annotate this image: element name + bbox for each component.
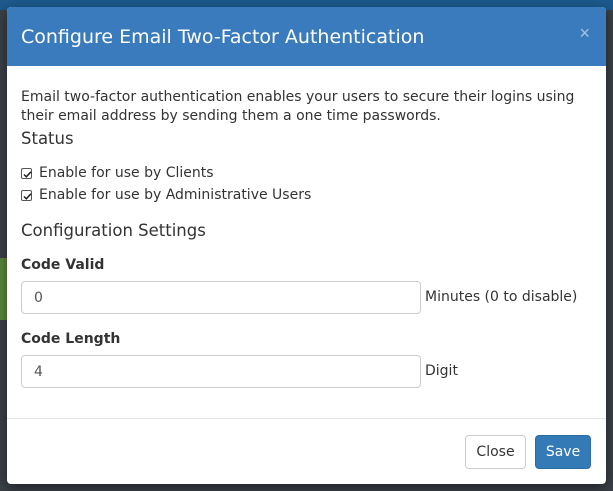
modal-title: Configure Email Two-Factor Authenticatio… — [21, 26, 425, 48]
code-length-input[interactable] — [21, 355, 421, 388]
save-button[interactable]: Save — [535, 435, 591, 469]
two-factor-config-modal: Configure Email Two-Factor Authenticatio… — [7, 7, 606, 484]
enable-admins-option[interactable]: Enable for use by Administrative Users — [21, 187, 311, 203]
code-valid-suffix: Minutes (0 to disable) — [425, 289, 578, 305]
modal-body: Email two-factor authentication enables … — [7, 66, 606, 418]
description-text: Email two-factor authentication enables … — [21, 89, 575, 124]
enable-clients-label: Enable for use by Clients — [39, 165, 214, 181]
enable-clients-option[interactable]: Enable for use by Clients — [21, 165, 214, 181]
code-length-suffix: Digit — [425, 363, 458, 379]
code-length-label: Code Length — [21, 331, 121, 347]
status-heading: Status — [21, 129, 74, 148]
background-green-block — [0, 258, 7, 320]
modal-footer: Close Save — [7, 418, 606, 484]
enable-admins-label: Enable for use by Administrative Users — [39, 187, 312, 203]
close-button[interactable]: Close — [465, 435, 526, 469]
modal-header: Configure Email Two-Factor Authenticatio… — [7, 7, 606, 66]
configuration-heading: Configuration Settings — [21, 221, 206, 240]
enable-admins-checkbox[interactable] — [21, 189, 32, 201]
code-valid-input[interactable] — [21, 281, 421, 314]
close-icon[interactable]: × — [579, 24, 590, 42]
checkmark-icon — [23, 170, 32, 178]
checkmark-icon — [23, 192, 32, 200]
enable-clients-checkbox[interactable] — [21, 167, 32, 179]
code-valid-label: Code Valid — [21, 257, 105, 273]
